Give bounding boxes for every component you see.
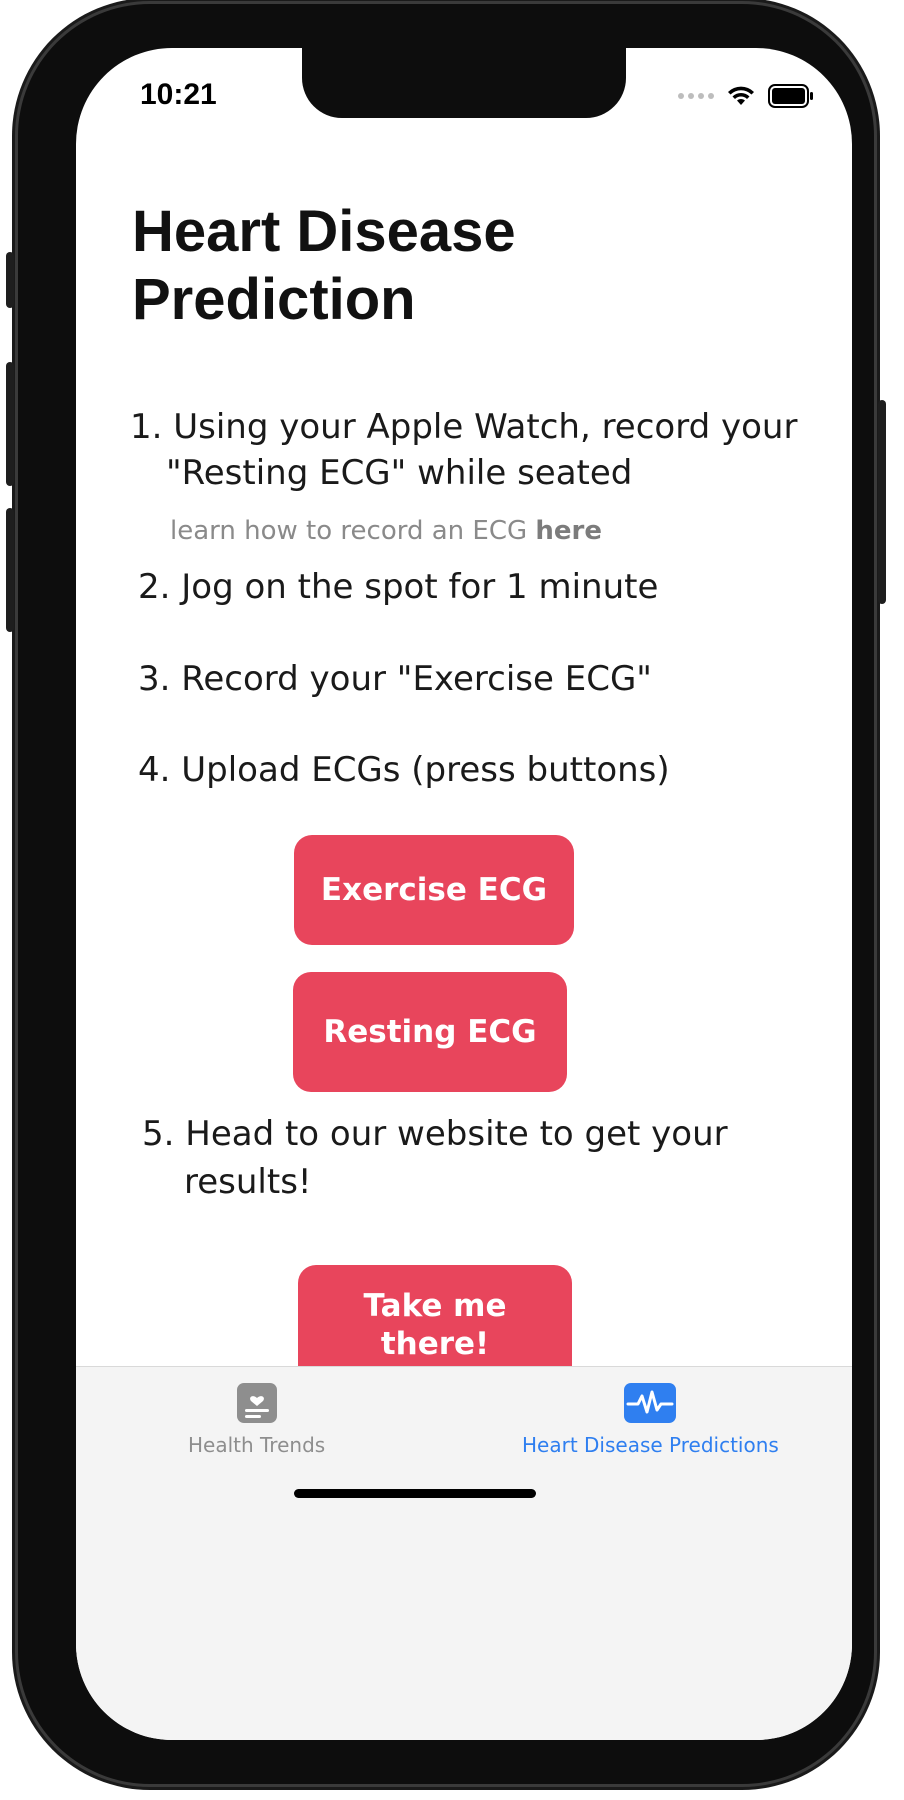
step-2-text: Jog on the spot for 1 minute (181, 567, 659, 607)
volume-down-button (6, 508, 14, 632)
step-1-line2: "Resting ECG" while seated (166, 448, 632, 498)
tab-health-trends-label: Health Trends (188, 1433, 326, 1457)
step-3-number: 3. (138, 659, 171, 699)
battery-icon (768, 84, 813, 108)
take-me-there-line1: Take me (363, 1288, 507, 1324)
step-2: 2. Jog on the spot for 1 minute (138, 562, 658, 612)
signal-dots-icon (678, 93, 714, 99)
notch (302, 48, 626, 118)
power-button (878, 400, 886, 604)
resting-ecg-button[interactable]: Resting ECG (293, 972, 567, 1092)
step-5-line2: results! (184, 1157, 312, 1207)
tab-heart-disease-predictions[interactable]: Heart Disease Predictions (522, 1383, 779, 1457)
step-4-number: 4. (138, 750, 171, 790)
phone-frame: 10:21 Heart Disease Prediction 1. Using … (6, 4, 886, 1784)
app-screen: 10:21 Heart Disease Prediction 1. Using … (76, 48, 852, 1740)
take-me-there-line2: there! (380, 1326, 490, 1362)
step-5-number: 5. (142, 1114, 175, 1154)
step-2-number: 2. (138, 567, 171, 607)
step-5-text-line1: Head to our website to get your (185, 1114, 728, 1154)
status-time: 10:21 (140, 78, 217, 111)
mute-switch (6, 252, 14, 308)
exercise-ecg-button[interactable]: Exercise ECG (294, 835, 574, 945)
home-indicator (294, 1489, 536, 1498)
wifi-icon (728, 86, 754, 105)
step-3: 3. Record your "Exercise ECG" (138, 654, 652, 704)
volume-up-button (6, 362, 14, 486)
tab-health-trends[interactable]: Health Trends (188, 1383, 325, 1457)
step-1-text-line2: "Resting ECG" while seated (166, 453, 633, 493)
step-5: 5. Head to our website to get your (142, 1109, 728, 1159)
tab-heart-disease-predictions-label: Heart Disease Predictions (522, 1433, 779, 1457)
ecg-waveform-icon (624, 1383, 677, 1423)
tab-bar: Health Trends Heart Disease Predictions (76, 1366, 852, 1740)
hint-text: learn how to record an ECG (170, 516, 536, 546)
page-title: Heart Disease Prediction (132, 199, 516, 332)
status-icons (678, 84, 814, 108)
step-3-text: Record your "Exercise ECG" (181, 659, 652, 699)
step-1-number: 1. (130, 407, 163, 447)
hint-link-here[interactable]: here (535, 516, 602, 546)
step-5-text-line2: results! (184, 1162, 312, 1202)
step-4: 4. Upload ECGs (press buttons) (138, 745, 670, 795)
health-trends-icon (236, 1383, 277, 1423)
step-1-text-line1: Using your Apple Watch, record your (173, 407, 798, 447)
ecg-help-hint: learn how to record an ECG here (170, 516, 602, 546)
step-4-text: Upload ECGs (press buttons) (181, 750, 670, 790)
step-1: 1. Using your Apple Watch, record your (130, 402, 797, 452)
